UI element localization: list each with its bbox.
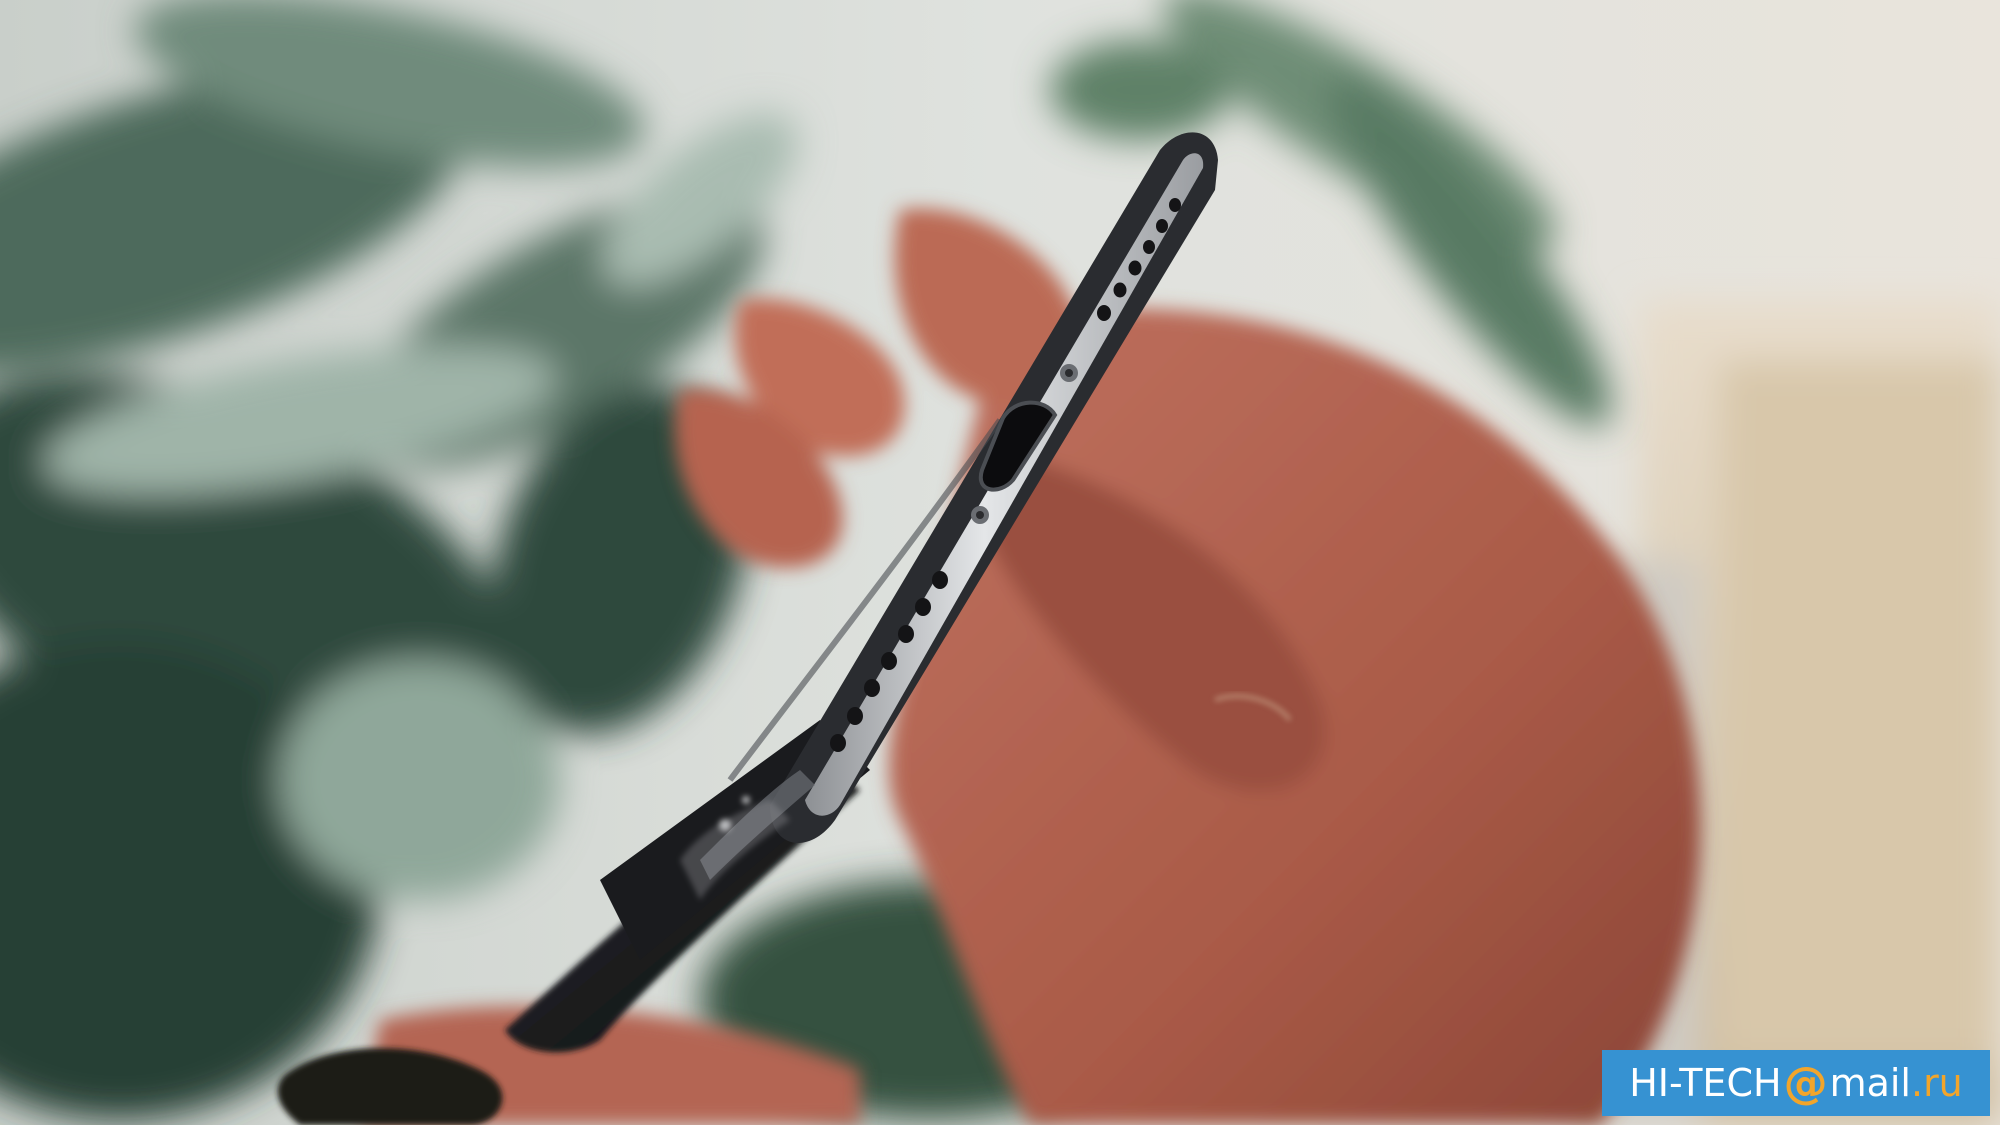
watermark-logo: HI-TECH @ mail .ru <box>1602 1050 1990 1116</box>
watermark-at-sign: @ <box>1783 1057 1828 1109</box>
watermark-domain: mail <box>1829 1061 1911 1105</box>
watermark-tld: .ru <box>1910 1061 1963 1105</box>
phone-photo <box>0 0 2000 1125</box>
watermark-prefix: HI-TECH <box>1629 1061 1782 1105</box>
photo-scene: HI-TECH @ mail .ru <box>0 0 2000 1125</box>
